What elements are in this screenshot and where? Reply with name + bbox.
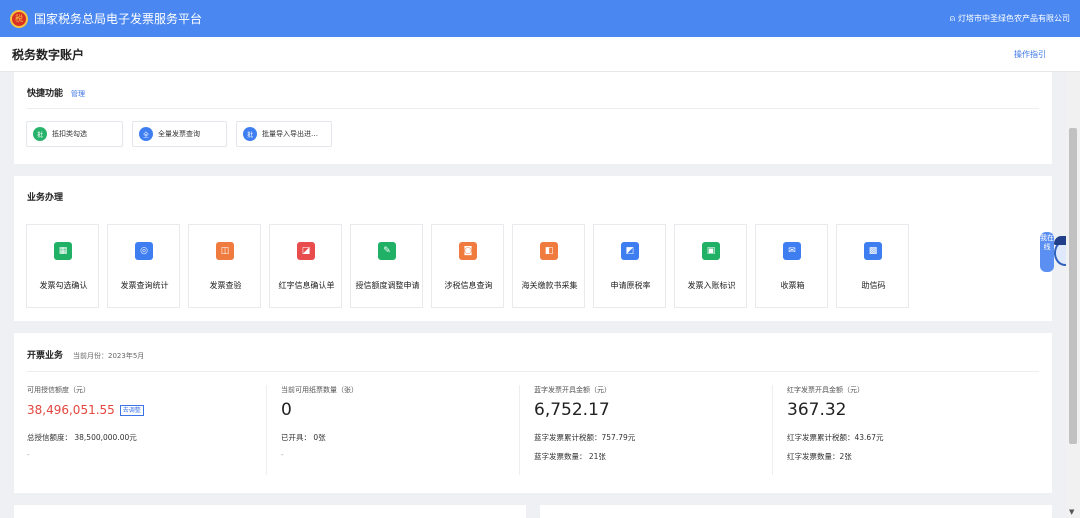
invoice-query-icon: ◎ bbox=[135, 242, 153, 260]
tile-invoice-inbox[interactable]: ✉ 收票箱 bbox=[755, 224, 828, 308]
user-menu[interactable]: ⍝ 灯塔市中圣绿色农产品有限公司 bbox=[950, 13, 1070, 24]
tile-label: 发票勾选确认 bbox=[39, 281, 88, 290]
placeholder-dash: - bbox=[27, 451, 30, 459]
tile-label: 发票查询统计 bbox=[120, 281, 169, 290]
quick-chip-full-invoice-query[interactable]: 全 全量发票查询 bbox=[132, 121, 227, 147]
billing-title: 开票业务 bbox=[27, 351, 64, 361]
blue-invoice-block: 蓝字发票开具金额（元） 6,752.17 蓝字发票累计税额：757.79元 蓝字… bbox=[519, 385, 759, 475]
blue-amount-value: 6,752.17 bbox=[534, 400, 610, 420]
manage-link[interactable]: 管理 bbox=[71, 89, 85, 99]
page-title: 税务数字账户 bbox=[12, 47, 85, 62]
red-invoice-block: 红字发票开具金额（元） 367.32 红字发票累计税额：43.67元 红字发票数… bbox=[772, 385, 1012, 475]
batch-icon: 批 bbox=[33, 127, 47, 141]
bottom-card-left bbox=[14, 505, 526, 518]
qr-code-icon: ▩ bbox=[864, 242, 882, 260]
placeholder-dash: - bbox=[281, 451, 284, 459]
invoice-select-icon: ▦ bbox=[54, 242, 72, 260]
current-month: 当前月份：2023年5月 bbox=[73, 352, 145, 360]
full-icon: 全 bbox=[139, 127, 153, 141]
red-amount-label: 红字发票开具金额（元） bbox=[787, 386, 864, 394]
adjust-button[interactable]: 去调整 bbox=[119, 404, 144, 416]
page-scrollbar[interactable]: ▼ bbox=[1066, 72, 1080, 518]
total-credit: 总授信额度： 38,500,000.00元 bbox=[27, 433, 137, 442]
mail-icon: ✉ bbox=[783, 242, 801, 260]
customs-icon: ◧ bbox=[540, 242, 558, 260]
blue-invoice-count: 蓝字发票数量： 21张 bbox=[534, 452, 606, 461]
page-header: 税务数字账户 操作指引 bbox=[0, 37, 1080, 72]
quick-functions-title: 快捷功能 bbox=[27, 89, 64, 99]
tile-label: 海关缴款书采集 bbox=[521, 281, 578, 290]
tile-label: 涉税信息查询 bbox=[444, 281, 493, 290]
tile-label: 申请原税率 bbox=[610, 281, 651, 290]
blue-amount-label: 蓝字发票开具金额（元） bbox=[534, 386, 611, 394]
blue-tax-total: 蓝字发票累计税额：757.79元 bbox=[534, 433, 636, 442]
batch-icon: 批 bbox=[243, 127, 257, 141]
issued-count: 已开具： 0张 bbox=[281, 433, 326, 442]
divider bbox=[27, 108, 1039, 109]
paper-count-value: 0 bbox=[281, 400, 292, 420]
tile-red-info-confirm[interactable]: ◪ 红字信息确认单 bbox=[269, 224, 342, 308]
scroll-down-arrow-icon[interactable]: ▼ bbox=[1069, 508, 1074, 516]
tax-info-icon: ◙ bbox=[459, 242, 477, 260]
red-info-icon: ◪ bbox=[297, 242, 315, 260]
quick-chip-label: 全量发票查询 bbox=[158, 130, 200, 138]
billing-business-card: 开票业务 当前月份：2023年5月 可用授信额度（元） 38,496,051.5… bbox=[14, 333, 1052, 493]
business-handling-card: 业务办理 ▦ 发票勾选确认 ◎ 发票查询统计 ◫ 发票查验 ◪ 红字信息确认单 … bbox=[14, 176, 1052, 321]
tile-tax-info-query[interactable]: ◙ 涉税信息查询 bbox=[431, 224, 504, 308]
available-credit-label: 可用授信额度（元） bbox=[27, 386, 90, 394]
tile-label: 发票查验 bbox=[209, 281, 242, 290]
tile-credit-adjust-apply[interactable]: ✎ 授信额度调整申请 bbox=[350, 224, 423, 308]
assistant-bubble: 我在线 bbox=[1040, 232, 1054, 272]
tile-apply-original-rate[interactable]: ◩ 申请原税率 bbox=[593, 224, 666, 308]
document-icon: ◩ bbox=[621, 242, 639, 260]
red-invoice-count: 红字发票数量：2张 bbox=[787, 452, 852, 461]
tile-label: 收票箱 bbox=[780, 281, 805, 290]
app-title: 国家税务总局电子发票服务平台 bbox=[34, 12, 203, 26]
scrollbar-thumb[interactable] bbox=[1069, 128, 1077, 444]
available-credit-block: 可用授信额度（元） 38,496,051.55 去调整 总授信额度： 38,50… bbox=[27, 385, 267, 475]
red-amount-value: 367.32 bbox=[787, 400, 847, 420]
quick-chip-label: 抵扣类勾选 bbox=[52, 130, 87, 138]
business-handling-title: 业务办理 bbox=[27, 193, 64, 203]
accounting-icon: ▣ bbox=[702, 242, 720, 260]
tax-emblem-icon: 税 bbox=[10, 9, 28, 28]
tile-label: 红字信息确认单 bbox=[278, 281, 335, 290]
top-bar: 税 国家税务总局电子发票服务平台 ⍝ 灯塔市中圣绿色农产品有限公司 bbox=[0, 0, 1080, 37]
edit-icon: ✎ bbox=[378, 242, 396, 260]
quick-functions-card: 快捷功能 管理 批 抵扣类勾选 全 全量发票查询 批 批量导入导出进… bbox=[14, 72, 1052, 164]
paper-invoice-block: 当前可用纸票数量（张） 0 已开具： 0张 - bbox=[266, 385, 506, 475]
operation-guide-link[interactable]: 操作指引 bbox=[1014, 49, 1046, 60]
tile-invoice-accounting-mark[interactable]: ▣ 发票入账标识 bbox=[674, 224, 747, 308]
person-icon: ⍝ bbox=[949, 13, 955, 24]
quick-chip-batch-import-export[interactable]: 批 批量导入导出进… bbox=[236, 121, 332, 147]
tile-invoice-select-confirm[interactable]: ▦ 发票勾选确认 bbox=[26, 224, 99, 308]
tile-label: 发票入账标识 bbox=[687, 281, 736, 290]
quick-chip-label: 批量导入导出进… bbox=[262, 130, 318, 138]
tile-customs-payment-collect[interactable]: ◧ 海关缴款书采集 bbox=[512, 224, 585, 308]
tile-invoice-query-stats[interactable]: ◎ 发票查询统计 bbox=[107, 224, 180, 308]
available-credit-value: 38,496,051.55 bbox=[27, 403, 115, 417]
quick-chip-deduction-select[interactable]: 批 抵扣类勾选 bbox=[26, 121, 123, 147]
divider bbox=[27, 371, 1039, 372]
tile-credit-code[interactable]: ▩ 助信码 bbox=[836, 224, 909, 308]
tile-label: 助信码 bbox=[861, 281, 886, 290]
tile-invoice-verify[interactable]: ◫ 发票查验 bbox=[188, 224, 261, 308]
paper-count-label: 当前可用纸票数量（张） bbox=[281, 386, 358, 394]
tile-label: 授信额度调整申请 bbox=[355, 281, 420, 290]
company-name: 灯塔市中圣绿色农产品有限公司 bbox=[958, 14, 1070, 23]
red-tax-total: 红字发票累计税额：43.67元 bbox=[787, 433, 884, 442]
bottom-card-right bbox=[540, 505, 1052, 518]
invoice-verify-icon: ◫ bbox=[216, 242, 234, 260]
